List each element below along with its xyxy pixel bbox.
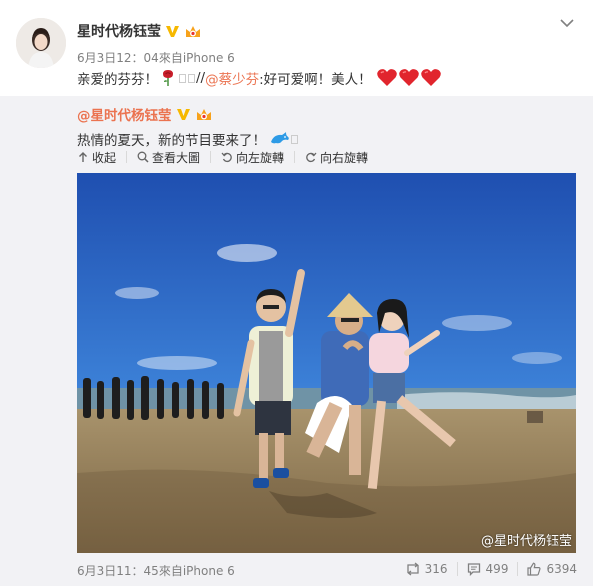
- avatar[interactable]: [16, 18, 66, 68]
- chevron-down-icon[interactable]: [559, 17, 575, 29]
- post-text-part2: :好可爱啊！美人！: [259, 72, 372, 88]
- repost-text-body: 热情的夏天，新的节目要来了！: [77, 133, 266, 149]
- repost-meta: 6月3日11：45來自iPhone 6: [77, 562, 235, 579]
- photo-watermark: @星时代杨钰莹: [480, 534, 572, 549]
- repost-icon: [406, 562, 419, 576]
- comment-icon: [467, 563, 480, 576]
- mention-link[interactable]: @蔡少芬: [205, 68, 259, 88]
- toolbar-divider: [294, 151, 296, 163]
- image-actions-toolbar: 收起 查看大圖 向左旋轉 向右旋轉: [77, 148, 368, 166]
- rotate-left-label: 向左旋轉: [236, 150, 285, 165]
- toolbar-divider: [210, 151, 212, 163]
- repost-stats: 316 499 6394: [406, 562, 577, 576]
- beach-photo-image: [77, 173, 576, 553]
- view-large-label: 查看大圖: [152, 150, 201, 165]
- post-text-part1: 亲爱的芬芬！: [77, 72, 158, 88]
- repost-source-prefix: 來自: [158, 564, 183, 578]
- collapse-arrow-icon: [79, 152, 87, 162]
- member-badge-icon[interactable]: [195, 106, 213, 122]
- repost-author-name[interactable]: @星时代杨钰莹: [77, 104, 172, 124]
- repost-text: 热情的夏天，新的节目要来了！: [77, 128, 299, 150]
- verified-v-icon: [166, 25, 179, 37]
- post-source[interactable]: iPhone 6: [183, 51, 235, 65]
- member-badge-icon[interactable]: [184, 23, 202, 39]
- dolphin-emoji-icon: [271, 132, 289, 144]
- author-name[interactable]: 星时代杨钰莹: [77, 21, 161, 41]
- missing-glyph-box: [188, 73, 195, 83]
- like-count: 6394: [546, 562, 577, 576]
- like-count-button[interactable]: 6394: [527, 562, 577, 576]
- magnify-icon: [137, 151, 149, 163]
- verified-v-icon: [176, 108, 190, 120]
- repost-count: 316: [424, 562, 448, 576]
- rotate-right-icon: [306, 152, 317, 163]
- rose-emoji-icon: [163, 70, 173, 86]
- missing-glyph-box: [179, 73, 186, 83]
- rotate-left-icon: [221, 152, 232, 163]
- post-source-prefix: 來自: [158, 51, 183, 65]
- rotate-right-button[interactable]: 向右旋轉: [305, 149, 368, 166]
- collapse-label: 收起: [92, 150, 117, 165]
- post-text-separator: //: [196, 70, 206, 86]
- reposted-content: @星时代杨钰莹 热情的夏天，新的节目要来了！ 收起 查看大圖 向左旋轉 向右旋轉…: [0, 96, 593, 586]
- post-text: 亲爱的芬芬！ // @蔡少芬 :好可爱啊！美人！: [77, 67, 442, 89]
- weibo-post-card: 星时代杨钰莹 6月3日12：04來自iPhone 6 亲爱的芬芬！ // @蔡少…: [0, 0, 593, 586]
- heart-emoji-icon: [376, 69, 397, 86]
- repost-author-row: @星时代杨钰莹: [77, 104, 213, 124]
- collapse-button[interactable]: 收起: [77, 149, 116, 166]
- view-large-button[interactable]: 查看大圖: [137, 149, 200, 166]
- author-row: 星时代杨钰莹: [77, 21, 202, 41]
- heart-emoji-icon: [398, 69, 419, 86]
- like-icon: [527, 562, 541, 576]
- stats-divider: [456, 562, 458, 576]
- post-date[interactable]: 6月3日12：04: [77, 51, 159, 65]
- rotate-left-button[interactable]: 向左旋轉: [221, 149, 284, 166]
- heart-emojis: [376, 68, 442, 88]
- comment-count-button[interactable]: 499: [467, 562, 509, 576]
- toolbar-divider: [126, 151, 128, 163]
- repost-source[interactable]: iPhone 6: [183, 564, 235, 578]
- beach-photo[interactable]: @星时代杨钰莹: [77, 173, 576, 553]
- comment-count: 499: [485, 562, 509, 576]
- repost-date[interactable]: 6月3日11：45: [77, 564, 159, 578]
- heart-emoji-icon: [420, 69, 441, 86]
- stats-divider: [517, 562, 519, 576]
- rotate-right-label: 向右旋轉: [320, 150, 369, 165]
- missing-glyph-box: [291, 134, 298, 144]
- repost-count-button[interactable]: 316: [406, 562, 448, 576]
- post-meta: 6月3日12：04來自iPhone 6: [77, 49, 235, 66]
